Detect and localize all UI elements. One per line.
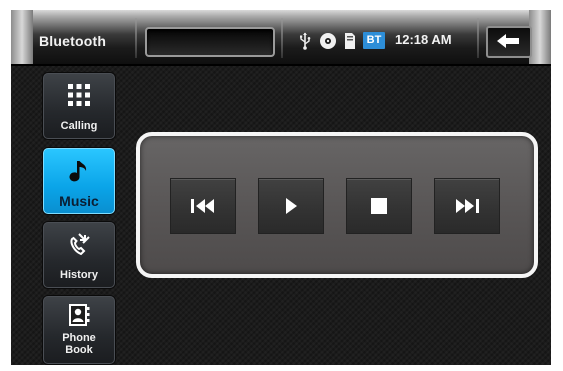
stop-icon [371,198,387,214]
divider [477,18,479,58]
clock-time: 12:18 AM [395,32,452,47]
screen: Bluetooth BT 12:18 AM Calling Music Hist… [11,10,551,365]
play-icon [286,198,297,214]
bluetooth-badge: BT [363,32,385,49]
sidebar-item-history[interactable]: History [43,222,115,288]
app-title: Bluetooth [39,33,107,49]
sidebar-item-label: Calling [60,120,98,132]
next-icon [456,199,479,213]
music-player-panel [136,132,538,278]
play-button[interactable] [258,178,324,234]
sidebar-item-music[interactable]: Music [43,148,115,214]
previous-button[interactable] [170,178,236,234]
previous-icon [191,199,214,213]
sidebar-item-label: Music [59,193,99,209]
contact-card-icon [69,304,90,326]
bar-cap-right [529,10,551,64]
disc-icon [320,33,336,49]
status-display-field [145,27,275,57]
sd-card-icon [345,33,355,49]
stop-button[interactable] [346,178,412,234]
sidebar-item-label: History [60,269,98,281]
keypad-icon [68,84,90,106]
music-note-icon [69,161,87,182]
status-bar: Bluetooth BT 12:18 AM [11,10,551,66]
divider [135,18,137,58]
sidebar-item-label: Book [65,344,93,356]
sidebar-item-calling[interactable]: Calling [43,73,115,139]
back-arrow-icon [497,34,519,48]
call-history-icon [70,233,90,256]
divider [281,18,283,58]
usb-icon [300,32,311,50]
next-button[interactable] [434,178,500,234]
sidebar-item-label: Phone [62,332,96,344]
sidebar-item-phonebook[interactable]: Phone Book [43,296,115,364]
bar-cap-left [11,10,33,64]
back-button[interactable] [486,26,532,58]
